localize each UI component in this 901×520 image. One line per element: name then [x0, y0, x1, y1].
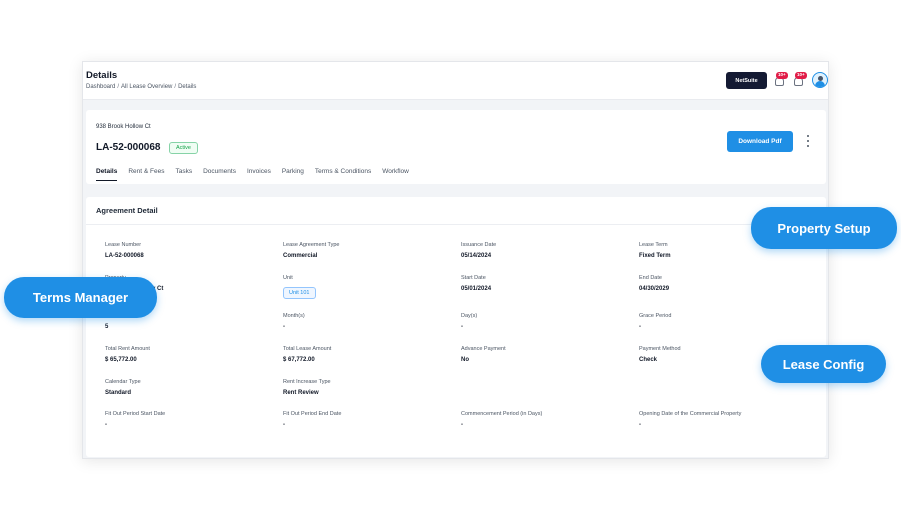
field-value: $ 67,772.00: [283, 357, 315, 363]
lease-config-callout: Lease Config: [761, 345, 886, 383]
notification-count: 10+: [776, 72, 788, 79]
tab-workflow[interactable]: Workflow: [382, 168, 409, 181]
tab-details[interactable]: Details: [96, 168, 118, 181]
field-value: Rent Review: [283, 390, 319, 396]
field-value: Fixed Term: [639, 253, 671, 259]
field-total-lease-amount: Total Lease Amount $ 67,772.00: [283, 346, 453, 363]
field-start-date: Start Date 05/01/2024: [461, 275, 631, 292]
lease-id: LA-52-000068: [96, 142, 161, 153]
stage: Details Dashboard / All Lease Overview /…: [0, 0, 901, 520]
netsuite-button[interactable]: NetSuite: [726, 72, 767, 89]
field-label: Calendar Type: [105, 379, 141, 385]
property-address: 938 Brook Hollow Ct: [96, 124, 151, 130]
field-value: 04/30/2029: [639, 286, 670, 292]
field-value: -: [461, 324, 463, 330]
field-fit-out-end: Fit Out Period End Date -: [283, 411, 453, 428]
field-label: Start Date: [461, 275, 486, 281]
field-months: Month(s) -: [283, 313, 453, 330]
field-value: $ 65,772.00: [105, 357, 137, 363]
field-label: Commencement Period (in Days): [461, 411, 543, 417]
page-title: Details: [86, 70, 118, 81]
alert-count: 10+: [795, 72, 807, 79]
field-unit: Unit Unit 101: [283, 275, 453, 299]
breadcrumb-separator: /: [174, 84, 177, 90]
field-label: Issuance Date: [461, 242, 497, 248]
tab-documents[interactable]: Documents: [203, 168, 236, 181]
field-value: Commercial: [283, 253, 318, 259]
field-issuance-date: Issuance Date 05/14/2024: [461, 242, 631, 259]
alert-bell-icon[interactable]: 10+: [792, 72, 807, 88]
tab-invoices[interactable]: Invoices: [247, 168, 271, 181]
tab-rent-fees[interactable]: Rent & Fees: [128, 168, 164, 181]
agreement-detail-card: Agreement Detail Lease Number LA-52-0000…: [86, 197, 826, 457]
terms-manager-callout: Terms Manager: [4, 277, 157, 318]
field-label: Grace Period: [639, 313, 672, 319]
property-setup-callout: Property Setup: [751, 207, 897, 249]
tab-terms-conditions[interactable]: Terms & Conditions: [315, 168, 371, 181]
field-rent-increase-type: Rent Increase Type Rent Review: [283, 379, 453, 396]
field-label: Total Rent Amount: [105, 346, 150, 352]
breadcrumb-details: Details: [178, 84, 197, 90]
field-lease-agreement-type: Lease Agreement Type Commercial: [283, 242, 453, 259]
field-label: End Date: [639, 275, 662, 281]
field-label: Fit Out Period Start Date: [105, 411, 166, 417]
field-opening-date: Opening Date of the Commercial Property …: [639, 411, 809, 428]
more-options-icon[interactable]: [805, 135, 811, 147]
field-label: Unit: [283, 275, 293, 281]
field-value: -: [105, 422, 107, 428]
status-badge: Active: [169, 142, 198, 154]
field-label: Day(s): [461, 313, 478, 319]
field-calendar-type: Calendar Type Standard: [105, 379, 275, 396]
field-label: Fit Out Period End Date: [283, 411, 342, 417]
app-window: Details Dashboard / All Lease Overview /…: [82, 61, 829, 459]
field-value: -: [639, 422, 641, 428]
field-value: 05/01/2024: [461, 286, 492, 292]
top-bar: Details Dashboard / All Lease Overview /…: [83, 62, 828, 100]
field-value: -: [639, 324, 641, 330]
breadcrumb-dashboard[interactable]: Dashboard: [86, 84, 115, 90]
field-value: -: [283, 324, 285, 330]
field-advance-payment: Advance Payment No: [461, 346, 631, 363]
section-title: Agreement Detail: [96, 206, 158, 215]
breadcrumb-all-lease-overview[interactable]: All Lease Overview: [121, 84, 172, 90]
tab-tasks[interactable]: Tasks: [175, 168, 192, 181]
field-label: Lease Number: [105, 242, 142, 248]
field-label: Advance Payment: [461, 346, 506, 352]
notification-bell-icon[interactable]: 10+: [773, 72, 788, 88]
field-label: Month(s): [283, 313, 305, 319]
tab-bar: Details Rent & Fees Tasks Documents Invo…: [96, 168, 409, 181]
download-pdf-button[interactable]: Download Pdf: [727, 131, 793, 152]
lease-header-card: 938 Brook Hollow Ct LA-52-000068 Active …: [86, 110, 826, 184]
field-fit-out-start: Fit Out Period Start Date -: [105, 411, 275, 428]
field-label: Lease Agreement Type: [283, 242, 340, 248]
breadcrumb: Dashboard / All Lease Overview / Details: [86, 84, 196, 90]
field-commencement-period: Commencement Period (in Days) -: [461, 411, 631, 428]
avatar-body: [815, 81, 825, 87]
field-end-date: End Date 04/30/2029: [639, 275, 809, 292]
divider: [86, 224, 826, 225]
field-label: Opening Date of the Commercial Property: [639, 411, 742, 417]
field-lease-number: Lease Number LA-52-000068: [105, 242, 275, 259]
field-value: Standard: [105, 390, 132, 396]
field-value: -: [461, 422, 463, 428]
field-value: 5: [105, 324, 109, 330]
field-total-rent-amount: Total Rent Amount $ 65,772.00: [105, 346, 275, 363]
avatar-head: [817, 75, 823, 81]
field-value: 05/14/2024: [461, 253, 492, 259]
field-label: Rent Increase Type: [283, 379, 331, 385]
user-avatar[interactable]: [812, 72, 828, 88]
field-label: Total Lease Amount: [283, 346, 332, 352]
field-value: No: [461, 357, 469, 363]
breadcrumb-separator: /: [117, 84, 120, 90]
field-value: -: [283, 422, 285, 428]
field-grace-period: Grace Period -: [639, 313, 809, 330]
field-value: LA-52-000068: [105, 253, 144, 259]
field-days: Day(s) -: [461, 313, 631, 330]
unit-badge[interactable]: Unit 101: [283, 287, 316, 299]
tab-parking[interactable]: Parking: [282, 168, 304, 181]
